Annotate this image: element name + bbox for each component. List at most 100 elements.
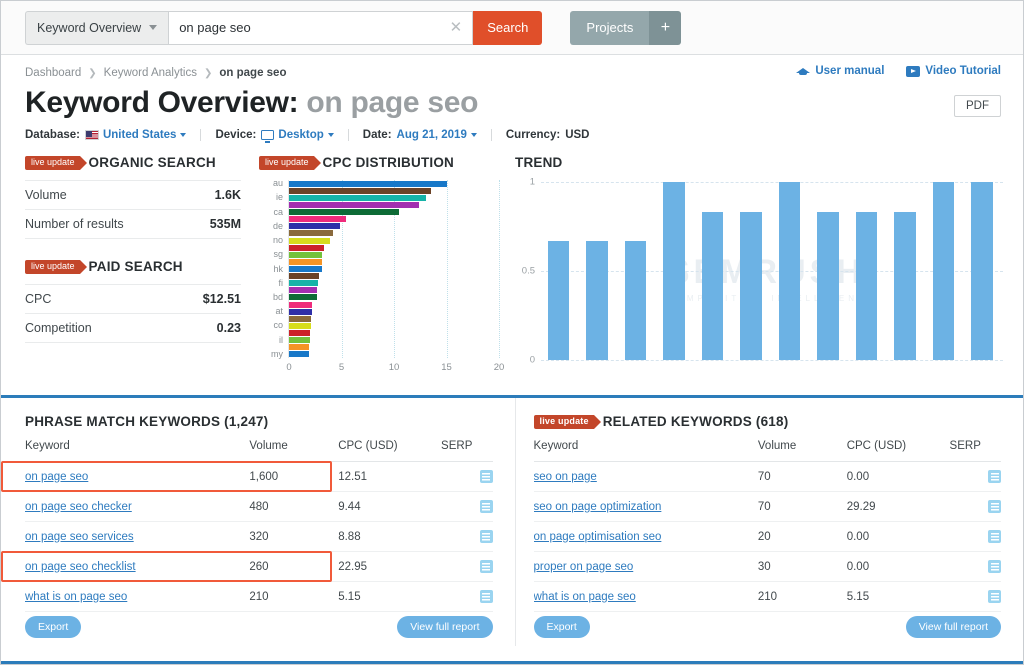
serp-icon[interactable] xyxy=(479,500,493,513)
trend-bar xyxy=(894,212,916,360)
trend-y-tick: 1 xyxy=(529,176,535,188)
cpc-bar xyxy=(289,258,322,265)
serp-cell[interactable] xyxy=(949,521,1001,552)
cpc-country-label: bd xyxy=(272,291,283,302)
table-row[interactable]: proper on page seo 30 0.00 xyxy=(533,551,1001,582)
table-row[interactable]: on page seo 1,600 12.51 xyxy=(25,461,493,492)
serp-icon[interactable] xyxy=(988,470,1001,483)
cpc-cell: 9.44 xyxy=(338,491,442,522)
serp-cell[interactable] xyxy=(949,461,1001,492)
keyword-link[interactable]: proper on page seo xyxy=(534,561,634,573)
keyword-link[interactable]: on page optimisation seo xyxy=(534,531,662,543)
cpc-bar xyxy=(289,351,309,358)
table-row[interactable]: seo on page 70 0.00 xyxy=(533,461,1001,492)
serp-icon[interactable] xyxy=(479,470,493,483)
serp-icon[interactable] xyxy=(988,560,1001,573)
keyword-link[interactable]: on page seo checklist xyxy=(25,561,136,573)
related-keywords-title: live update RELATED KEYWORDS (618) xyxy=(533,414,1002,429)
serp-icon[interactable] xyxy=(988,590,1001,603)
table-row[interactable]: on page seo checklist 260 22.95 xyxy=(25,551,493,582)
device-selector[interactable]: Desktop xyxy=(261,129,334,143)
cpc-bar xyxy=(289,187,431,194)
serp-cell[interactable] xyxy=(441,521,493,552)
breadcrumb-dashboard[interactable]: Dashboard xyxy=(25,67,81,79)
table-row[interactable]: on page optimisation seo 20 0.00 xyxy=(533,521,1001,552)
serp-cell[interactable] xyxy=(441,491,493,522)
search-input-wrapper[interactable]: ✕ xyxy=(168,10,474,45)
serp-cell[interactable] xyxy=(441,551,493,582)
keyword-cell: on page seo checklist xyxy=(25,551,250,582)
table-row[interactable]: what is on page seo 210 5.15 xyxy=(533,581,1001,612)
add-project-button[interactable]: + xyxy=(649,10,682,45)
table-row[interactable]: seo on page optimization 70 29.29 xyxy=(533,491,1001,522)
report-type-select[interactable]: Keyword Overview xyxy=(25,10,169,45)
search-button[interactable]: Search xyxy=(473,10,543,45)
cpc-country-label: ca xyxy=(273,206,283,217)
serp-icon[interactable] xyxy=(479,590,493,603)
view-full-report-button[interactable]: View full report xyxy=(905,616,1001,638)
table-row[interactable]: on page seo services 320 8.88 xyxy=(25,521,493,552)
user-manual-link[interactable]: User manual xyxy=(796,65,884,77)
breadcrumb-keyword-analytics[interactable]: Keyword Analytics xyxy=(104,67,197,79)
currency-label: Currency: xyxy=(505,129,561,141)
cpc-country-label: fi xyxy=(278,277,284,288)
cpc-bar xyxy=(289,237,330,244)
chevron-down-icon xyxy=(470,133,477,137)
table-row[interactable]: on page seo checker 480 9.44 xyxy=(25,491,493,522)
keyword-link[interactable]: on page seo services xyxy=(25,531,134,543)
cpc-bar xyxy=(289,322,312,329)
database-selector[interactable]: United States xyxy=(84,129,187,141)
metric-value: $12.51 xyxy=(202,292,241,306)
serp-cell[interactable] xyxy=(949,551,1001,582)
search-input[interactable] xyxy=(179,20,444,35)
serp-cell[interactable] xyxy=(949,491,1001,522)
us-flag-icon xyxy=(84,130,99,140)
keyword-link[interactable]: what is on page seo xyxy=(25,591,127,603)
projects-button[interactable]: Projects xyxy=(570,10,650,45)
cpc-bar xyxy=(289,330,310,337)
cpc-cell: 12.51 xyxy=(338,461,442,492)
video-tutorial-link[interactable]: Video Tutorial xyxy=(906,65,1001,77)
export-pdf-button[interactable]: PDF xyxy=(954,95,1001,117)
serp-icon[interactable] xyxy=(479,530,493,543)
cpc-bar xyxy=(289,251,322,258)
keyword-link[interactable]: seo on page xyxy=(534,471,597,483)
keyword-link[interactable]: on page seo checker xyxy=(25,501,132,513)
cpc-country-label: co xyxy=(273,320,283,331)
date-selector[interactable]: Aug 21, 2019 xyxy=(397,129,477,141)
serp-icon[interactable] xyxy=(988,500,1001,513)
keyword-link[interactable]: what is on page seo xyxy=(534,591,636,603)
trend-chart-y-labels: 0 0.5 1 xyxy=(515,177,537,366)
metric-value: 0.23 xyxy=(216,321,241,335)
clear-icon[interactable]: ✕ xyxy=(444,20,463,35)
keyword-cell: what is on page seo xyxy=(533,581,758,612)
cpc-country-label: hk xyxy=(273,263,283,274)
export-button[interactable]: Export xyxy=(25,616,82,638)
table-row[interactable]: what is on page seo 210 5.15 xyxy=(25,581,493,612)
keyword-link[interactable]: on page seo xyxy=(25,471,88,483)
serp-icon[interactable] xyxy=(479,560,493,573)
serp-cell[interactable] xyxy=(441,461,493,492)
user-manual-label: User manual xyxy=(815,65,885,77)
serp-icon[interactable] xyxy=(988,530,1001,543)
volume-cell: 70 xyxy=(757,461,847,492)
trend-bar xyxy=(855,212,878,360)
cpc-bar xyxy=(289,209,400,216)
table-row: Competition 0.23 xyxy=(25,313,241,343)
view-full-report-button[interactable]: View full report xyxy=(397,616,493,638)
cpc-bar xyxy=(289,308,313,315)
search-metrics-panel: live update ORGANIC SEARCH Volume 1.6K N… xyxy=(1,155,259,389)
cpc-bar xyxy=(289,273,320,280)
serp-cell[interactable] xyxy=(949,581,1001,612)
organic-metrics-table: Volume 1.6K Number of results 535M xyxy=(25,180,241,239)
keyword-link[interactable]: seo on page optimization xyxy=(534,501,662,513)
column-header-cpc: CPC (USD) xyxy=(846,440,950,462)
trend-bar xyxy=(586,240,608,360)
date-value: Aug 21, 2019 xyxy=(396,129,467,141)
export-button[interactable]: Export xyxy=(533,616,590,638)
keyword-cell: on page seo xyxy=(25,461,250,492)
serp-cell[interactable] xyxy=(441,581,493,612)
trend-chart: 0 0.5 1 SEMRUSH COMPETITIVE INTELLIGENCE xyxy=(515,177,1003,372)
trend-chart-plot: SEMRUSH COMPETITIVE INTELLIGENCE xyxy=(541,182,1003,361)
volume-cell: 1,600 xyxy=(249,461,339,492)
